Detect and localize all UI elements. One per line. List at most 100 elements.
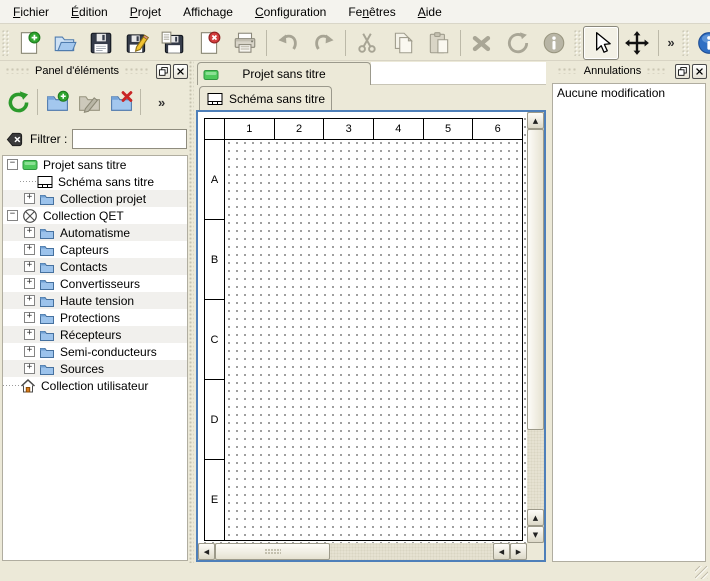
scroll-down-button[interactable]: ▼ — [527, 526, 544, 543]
undo-panel-titlebar[interactable]: Annulations — [552, 61, 708, 81]
undo-panel-title: Annulations — [584, 65, 642, 77]
save-icon — [88, 30, 114, 56]
clear-filter-button[interactable] — [4, 129, 25, 150]
tree-expander-plus[interactable]: + — [24, 278, 35, 289]
save-as-button[interactable] — [119, 26, 155, 60]
frame-column-label: 3 — [324, 119, 374, 139]
rotate-button[interactable] — [500, 26, 536, 60]
tree-item-label: Contacts — [60, 260, 107, 274]
elements-panel-toolbar: » — [2, 84, 188, 120]
tree-expander-plus[interactable]: + — [24, 329, 35, 340]
tree-expander-plus[interactable]: + — [24, 244, 35, 255]
toolbar-handle[interactable] — [2, 30, 9, 56]
resize-grip[interactable] — [695, 566, 708, 579]
frame-column-headers: 123456 — [205, 119, 522, 140]
move-tool-button[interactable] — [619, 26, 655, 60]
tree-item-haute-tension[interactable]: +Haute tension — [3, 292, 187, 309]
element-information-button[interactable] — [536, 26, 572, 60]
tree-item-projet-sans-titre[interactable]: −Projet sans titre — [3, 156, 187, 173]
tree-expander-plus[interactable]: + — [24, 227, 35, 238]
horizontal-scrollbar[interactable]: ◀ ◀ ▶ — [198, 543, 527, 560]
tree-expander-plus[interactable]: + — [24, 261, 35, 272]
diagram-tab[interactable]: Schéma sans titre — [199, 86, 332, 110]
menu-configuration[interactable]: Configuration — [244, 2, 337, 22]
print-button[interactable] — [227, 26, 263, 60]
menu-edition[interactable]: Édition — [60, 2, 119, 22]
tree-item-automatisme[interactable]: + Automatisme — [3, 224, 187, 241]
tree-item-collection-projet[interactable]: +Collection projet — [3, 190, 187, 207]
scroll-up-button-2[interactable]: ▲ — [527, 509, 544, 526]
scroll-right-button[interactable]: ▶ — [510, 543, 527, 560]
tree-item-label: Automatisme — [60, 226, 130, 240]
save-all-button[interactable] — [155, 26, 191, 60]
vertical-scrollbar[interactable]: ▲ ▲ ▼ — [527, 112, 544, 543]
tree-item-capteurs[interactable]: +Capteurs — [3, 241, 187, 258]
save-button[interactable] — [83, 26, 119, 60]
tree-item-sources[interactable]: +Sources — [3, 360, 187, 377]
toolbar-handle[interactable] — [682, 30, 689, 56]
tree-item-collection-utilisateur[interactable]: Collection utilisateur — [3, 377, 187, 394]
tree-indent — [3, 326, 20, 343]
delete-category-button[interactable] — [105, 86, 137, 118]
info-gray-icon — [541, 30, 567, 56]
toolbar-handle[interactable] — [574, 30, 581, 56]
tree-item-label: Protections — [60, 311, 120, 325]
tree-expander-minus[interactable]: − — [7, 159, 18, 170]
elements-panel-titlebar[interactable]: Panel d'éléments — [0, 61, 191, 81]
undo-button[interactable] — [270, 26, 306, 60]
redo-button[interactable] — [306, 26, 342, 60]
delete-button[interactable] — [464, 26, 500, 60]
tree-indent — [3, 309, 20, 326]
tree-item-schema-sans-titre[interactable]: Schéma sans titre — [3, 173, 187, 190]
vertical-scroll-thumb[interactable] — [527, 129, 544, 430]
new-category-button[interactable] — [41, 86, 73, 118]
toolbar-overflow-button[interactable]: » — [662, 26, 680, 60]
tree-item-protections[interactable]: + Protections — [3, 309, 187, 326]
frame-row-label: E — [205, 460, 224, 540]
filter-input[interactable] — [72, 129, 187, 149]
open-project-button[interactable] — [47, 26, 83, 60]
edit-category-button[interactable] — [73, 86, 105, 118]
frame-column-label: 1 — [225, 119, 275, 139]
cut-button[interactable] — [349, 26, 385, 60]
paste-button[interactable] — [421, 26, 457, 60]
about-info-button[interactable] — [691, 26, 710, 60]
tree-item-convertisseurs[interactable]: +Convertisseurs — [3, 275, 187, 292]
close-dock-button[interactable] — [173, 64, 188, 79]
frame-column-label: 2 — [275, 119, 325, 139]
tree-expander-plus[interactable]: + — [24, 193, 35, 204]
tree-expander-plus[interactable]: + — [24, 363, 35, 374]
undo-list-item[interactable]: Aucune modification — [553, 84, 705, 102]
project-tab[interactable]: Projet sans titre — [197, 62, 371, 85]
menu-fichier[interactable]: Fichier — [2, 2, 60, 22]
tree-expander-plus[interactable]: + — [24, 346, 35, 357]
horizontal-scroll-thumb[interactable] — [215, 543, 330, 560]
reload-collections-button[interactable] — [2, 86, 34, 118]
tree-item-collection-qet[interactable]: −Collection QET — [3, 207, 187, 224]
float-dock-button[interactable] — [156, 64, 171, 79]
tree-expander-plus[interactable]: + — [24, 295, 35, 306]
diagram-canvas[interactable]: 123456 ABCDE — [198, 112, 527, 543]
menu-aide[interactable]: Aide — [407, 2, 453, 22]
tree-expander-plus[interactable]: + — [24, 312, 35, 323]
panel-toolbar-overflow-button[interactable]: » — [158, 95, 165, 110]
scroll-up-button[interactable]: ▲ — [527, 112, 544, 129]
menu-affichage[interactable]: Affichage — [172, 2, 244, 22]
tree-indent — [3, 343, 20, 360]
dock-splitter[interactable] — [189, 61, 194, 563]
float-dock-button[interactable] — [675, 64, 690, 79]
copy-button[interactable] — [385, 26, 421, 60]
scroll-left-button-2[interactable]: ◀ — [493, 543, 510, 560]
tree-item-contacts[interactable]: + Contacts — [3, 258, 187, 275]
tree-expander-minus[interactable]: − — [7, 210, 18, 221]
close-dock-button[interactable] — [692, 64, 707, 79]
select-tool-button[interactable] — [583, 26, 619, 60]
tree-item-recepteurs[interactable]: +Récepteurs — [3, 326, 187, 343]
menu-fenetres[interactable]: Fenêtres — [337, 2, 406, 22]
scroll-left-button[interactable]: ◀ — [198, 543, 215, 560]
tree-item-semi-conducteurs[interactable]: +Semi-conducteurs — [3, 343, 187, 360]
clear-filter-icon — [5, 130, 24, 149]
menu-projet[interactable]: Projet — [119, 2, 172, 22]
new-document-button[interactable] — [11, 26, 47, 60]
close-file-button[interactable] — [191, 26, 227, 60]
